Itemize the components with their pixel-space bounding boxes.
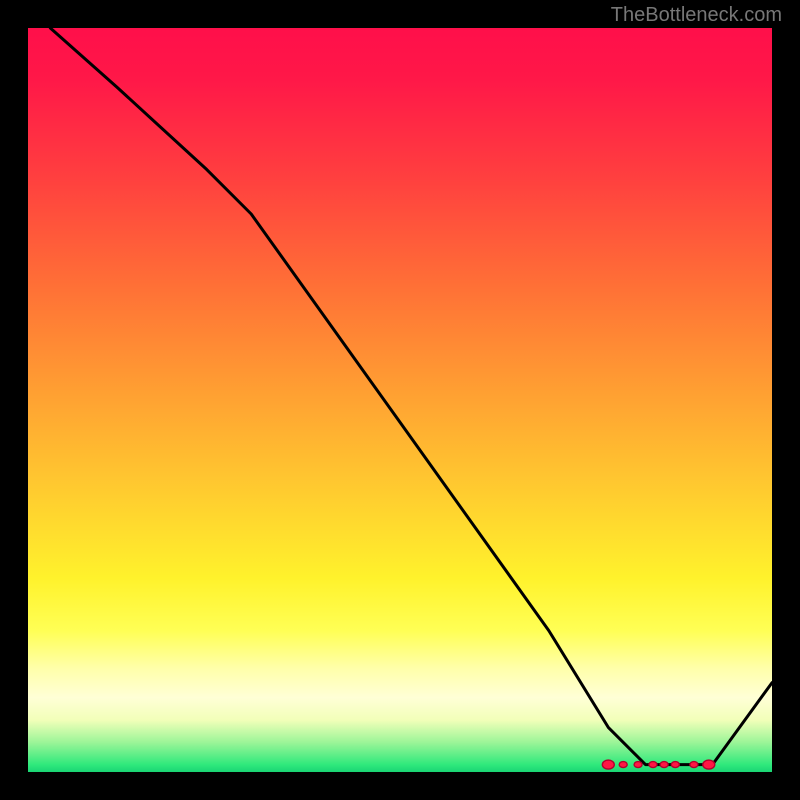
chart-container: TheBottleneck.com	[0, 0, 800, 800]
optimum-marker	[602, 760, 614, 769]
watermark-text: TheBottleneck.com	[611, 4, 782, 27]
chart-overlay	[28, 28, 772, 772]
optimum-marker	[671, 762, 679, 768]
optimum-marker	[690, 762, 698, 768]
optimum-marker	[649, 762, 657, 768]
optimum-marker	[619, 762, 627, 768]
optimum-marker	[660, 762, 668, 768]
optimum-marker	[703, 760, 715, 769]
optimum-marker	[634, 762, 642, 768]
bottleneck-curve	[50, 28, 772, 765]
plot-area	[28, 28, 772, 772]
